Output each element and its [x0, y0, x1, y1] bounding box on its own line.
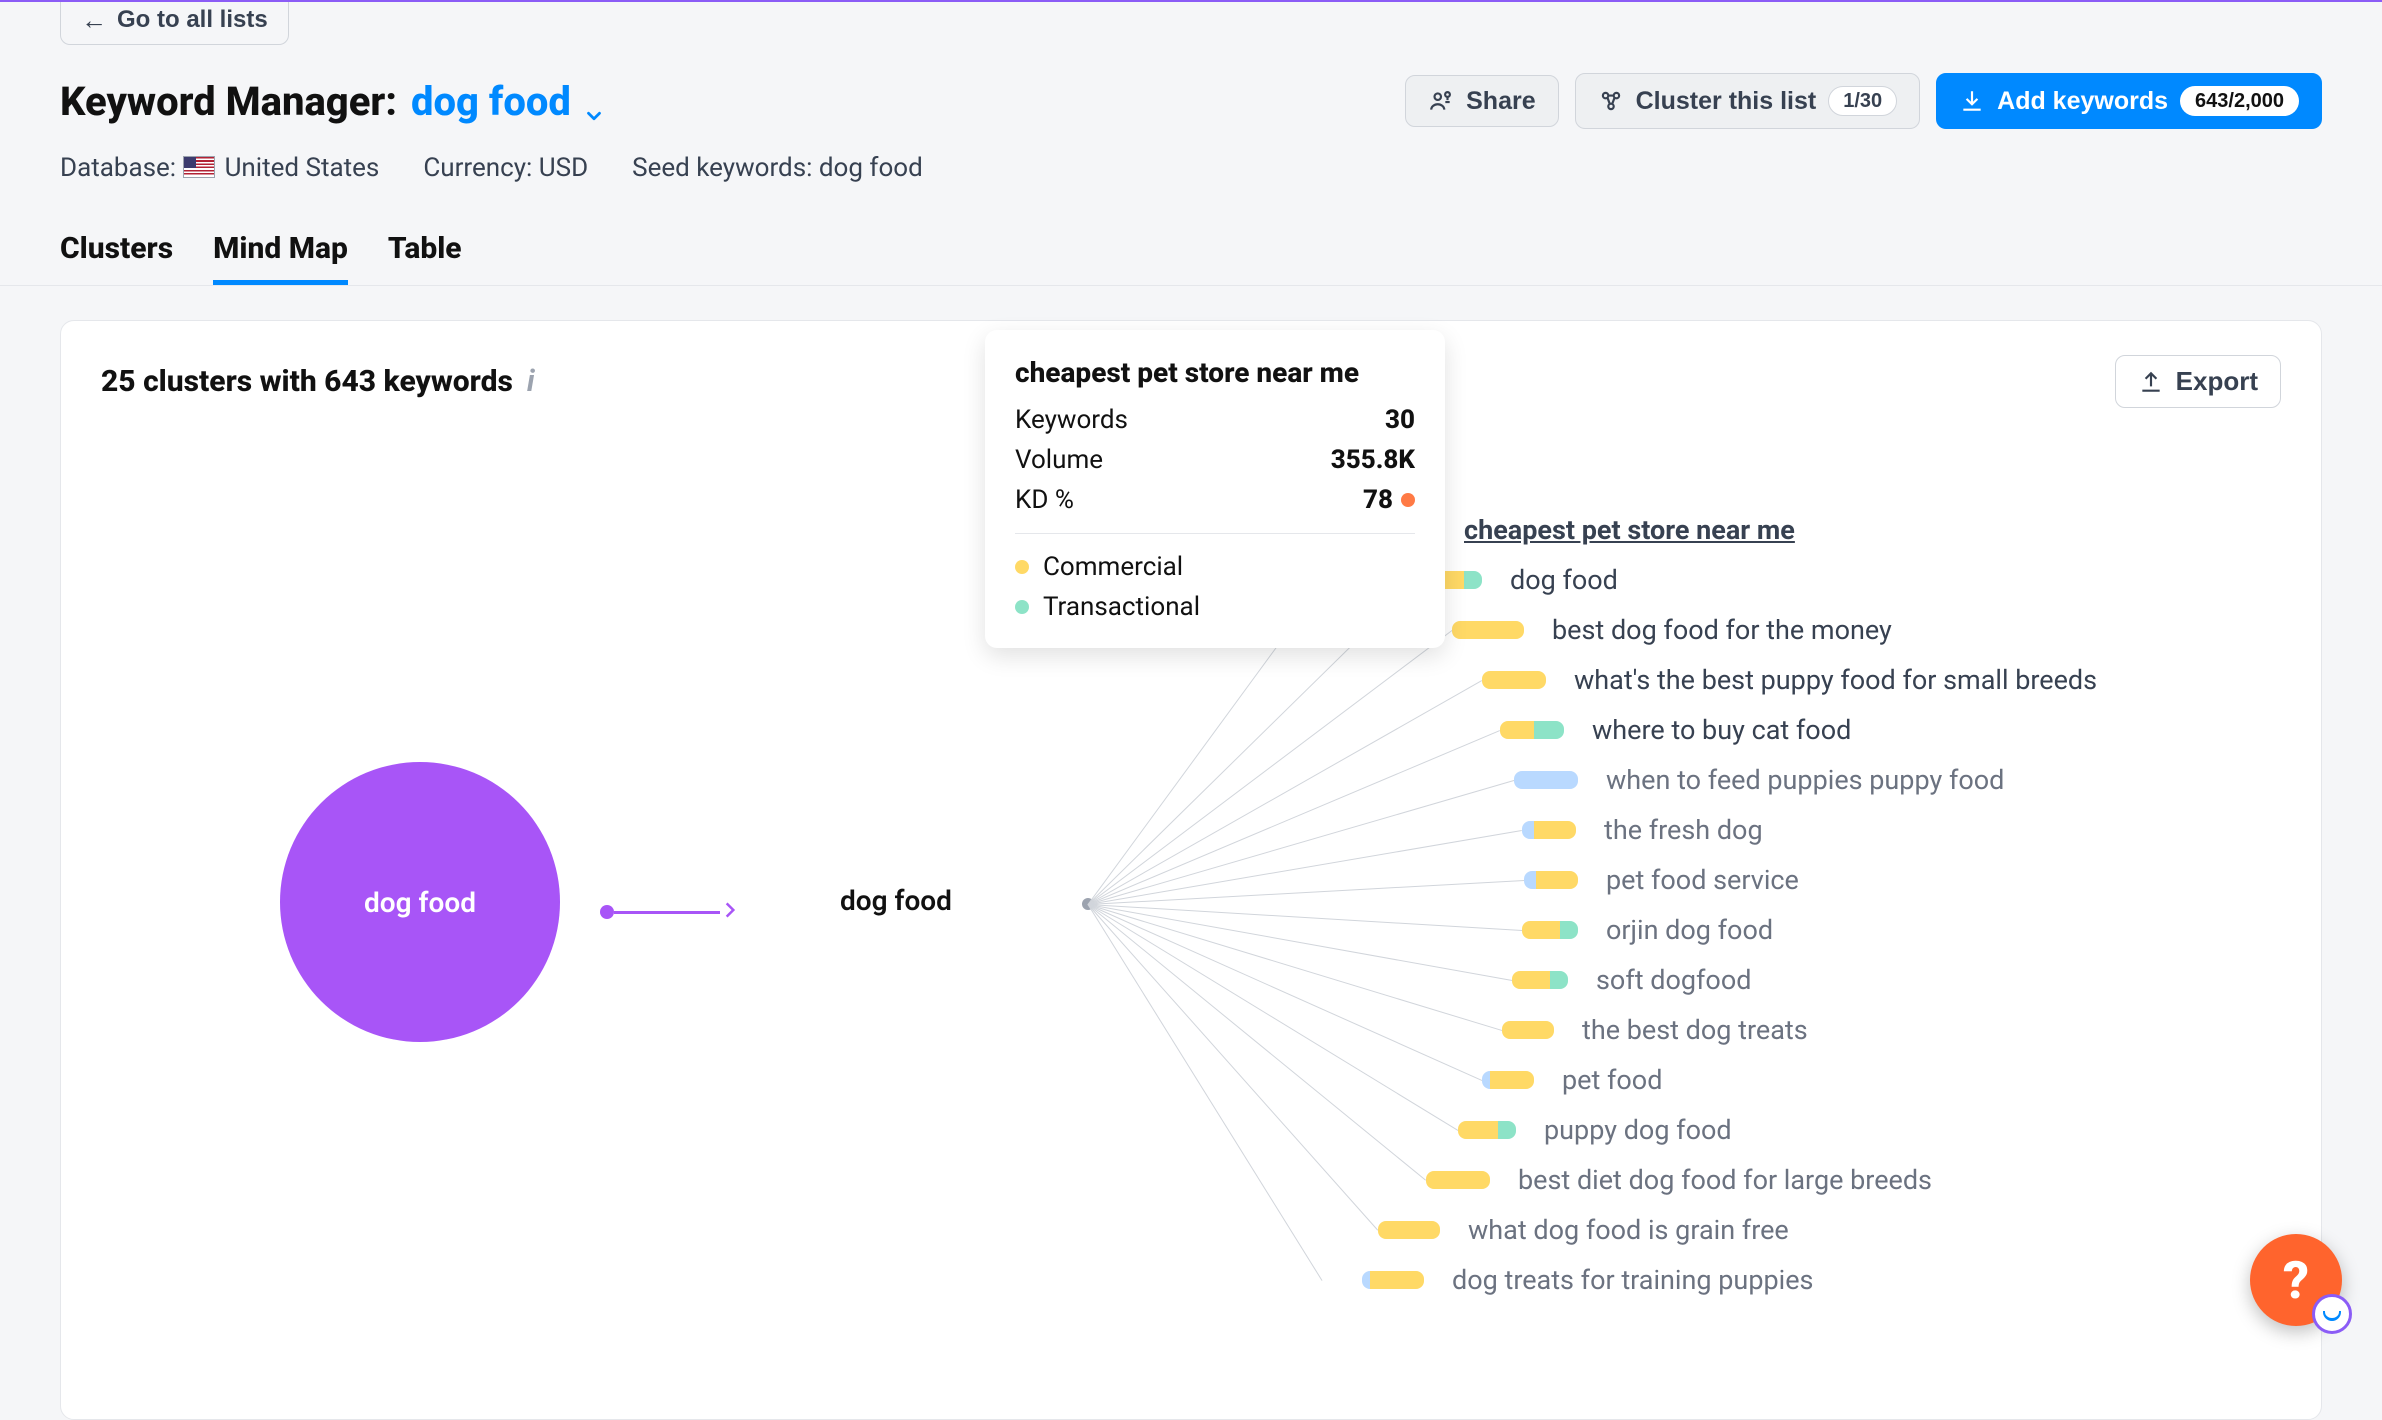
page-title: Keyword Manager: dog food: [60, 78, 605, 125]
help-badge-icon: [2312, 1294, 2352, 1334]
keyword-label: best dog food for the money: [1552, 614, 1892, 646]
back-label: Go to all lists: [117, 6, 268, 34]
keyword-row[interactable]: the best dog treats: [1362, 1014, 2322, 1046]
keyword-row[interactable]: puppy dog food: [1362, 1114, 2322, 1146]
keyword-row[interactable]: dog food: [1362, 564, 2322, 596]
keyword-row[interactable]: the fresh dog: [1362, 814, 2322, 846]
intent-bar: [1524, 871, 1578, 889]
kd-dot-icon: [1401, 493, 1415, 507]
keyword-row[interactable]: cheapest pet store near me: [1362, 514, 2322, 546]
divider: [0, 285, 2382, 286]
keyword-row[interactable]: pet food service: [1362, 864, 2322, 896]
arrow-icon: [600, 900, 740, 924]
intent-bar: [1522, 921, 1578, 939]
flag-us-icon: [183, 156, 215, 178]
cluster-list-button[interactable]: Cluster this list 1/30: [1575, 73, 1921, 129]
card-title: 25 clusters with 643 keywords i: [101, 364, 535, 399]
cluster-badge: 1/30: [1828, 86, 1897, 116]
tabs: Clusters Mind Map Table: [60, 231, 2322, 285]
meta-row: Database: United States Currency: USD Se…: [60, 153, 2322, 183]
keyword-label: dog food: [1510, 564, 1618, 596]
cluster-tooltip: cheapest pet store near me Keywords30 Vo…: [985, 330, 1445, 648]
keyword-row[interactable]: what's the best puppy food for small bre…: [1362, 664, 2322, 696]
chevron-down-icon: [583, 90, 605, 112]
intent-bar: [1362, 1271, 1424, 1289]
root-keyword-node[interactable]: dog food: [280, 762, 560, 1042]
keyword-list: cheapest pet store near me dog food best d…: [1362, 514, 2322, 1296]
list-name-dropdown[interactable]: dog food: [411, 78, 605, 125]
share-button[interactable]: Share: [1405, 75, 1558, 127]
export-icon: [2138, 369, 2164, 395]
keyword-label: soft dogfood: [1596, 964, 1751, 996]
keyword-row[interactable]: pet food: [1362, 1064, 2322, 1096]
export-button[interactable]: Export: [2115, 355, 2281, 408]
keyword-label: what dog food is grain free: [1468, 1214, 1789, 1246]
legend-commercial-dot-icon: [1015, 560, 1029, 574]
hub-label[interactable]: dog food: [840, 884, 952, 917]
add-keywords-button[interactable]: Add keywords 643/2,000: [1936, 73, 2322, 129]
legend-transactional-dot-icon: [1015, 600, 1029, 614]
keyword-label: pet food: [1562, 1064, 1662, 1096]
keyword-label: dog treats for training puppies: [1452, 1264, 1813, 1296]
add-keywords-badge: 643/2,000: [2180, 86, 2299, 116]
tab-clusters[interactable]: Clusters: [60, 231, 173, 285]
arrow-left-icon: ←: [81, 7, 107, 33]
intent-bar: [1502, 1021, 1554, 1039]
intent-bar: [1500, 721, 1564, 739]
keyword-label: when to feed puppies puppy food: [1606, 764, 2004, 796]
intent-bar: [1514, 771, 1578, 789]
keyword-row[interactable]: soft dogfood: [1362, 964, 2322, 996]
keyword-label: orjin dog food: [1606, 914, 1773, 946]
intent-bar: [1522, 821, 1576, 839]
keyword-row[interactable]: orjin dog food: [1362, 914, 2322, 946]
keyword-row[interactable]: best diet dog food for large breeds: [1362, 1164, 2322, 1196]
tooltip-title: cheapest pet store near me: [1015, 356, 1415, 389]
keyword-label: what's the best puppy food for small bre…: [1574, 664, 2097, 696]
keyword-row[interactable]: what dog food is grain free: [1362, 1214, 2322, 1246]
tab-mindmap[interactable]: Mind Map: [213, 231, 348, 285]
keyword-label: puppy dog food: [1544, 1114, 1732, 1146]
intent-bar: [1452, 621, 1524, 639]
back-to-lists-button[interactable]: ← Go to all lists: [60, 2, 289, 45]
intent-bar: [1426, 1171, 1490, 1189]
download-icon: [1959, 88, 1985, 114]
keyword-label: cheapest pet store near me: [1464, 514, 1795, 546]
keyword-row[interactable]: when to feed puppies puppy food: [1362, 764, 2322, 796]
keyword-label: the fresh dog: [1604, 814, 1763, 846]
keyword-label: where to buy cat food: [1592, 714, 1851, 746]
info-icon[interactable]: i: [527, 364, 535, 399]
keyword-label: pet food service: [1606, 864, 1799, 896]
title-prefix: Keyword Manager:: [60, 78, 397, 125]
tab-table[interactable]: Table: [388, 231, 462, 285]
keyword-row[interactable]: best dog food for the money: [1362, 614, 2322, 646]
intent-bar: [1458, 1121, 1516, 1139]
keyword-row[interactable]: dog treats for training puppies: [1362, 1264, 2322, 1296]
intent-bar: [1482, 1071, 1534, 1089]
intent-bar: [1482, 671, 1546, 689]
intent-bar: [1512, 971, 1568, 989]
cluster-icon: [1598, 88, 1624, 114]
keyword-row[interactable]: where to buy cat food: [1362, 714, 2322, 746]
intent-bar: [1378, 1221, 1440, 1239]
share-icon: [1428, 88, 1454, 114]
keyword-label: best diet dog food for large breeds: [1518, 1164, 1932, 1196]
keyword-label: the best dog treats: [1582, 1014, 1808, 1046]
